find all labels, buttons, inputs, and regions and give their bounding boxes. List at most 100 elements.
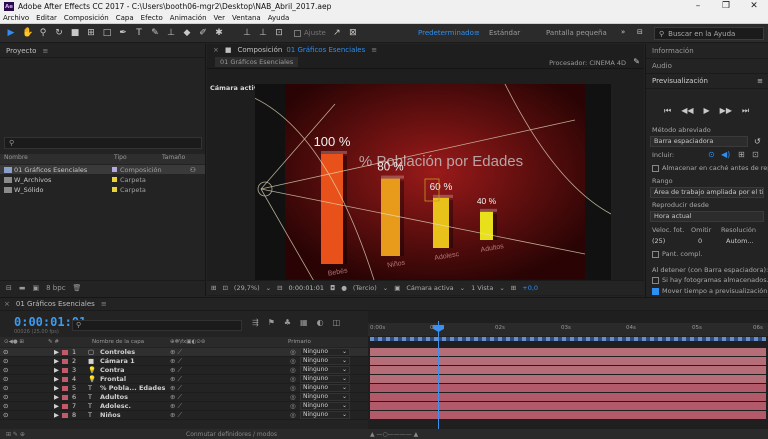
previous-frame-icon[interactable]: ◀◀ [681, 106, 693, 116]
layer-duration-bar[interactable] [370, 402, 766, 410]
last-frame-icon[interactable]: ⏭ [742, 106, 749, 116]
visibility-icon[interactable]: ⊙ [3, 411, 8, 420]
layer-duration-bar[interactable] [370, 348, 766, 356]
workspace-pantalla-pequena[interactable]: Pantalla pequeña [546, 29, 607, 37]
av-switches-icon[interactable]: ⊙◀● ⊞ [4, 339, 24, 345]
play-from-dropdown[interactable]: Hora actual [650, 211, 764, 222]
label-color-swatch[interactable] [62, 404, 68, 409]
pen-tool-icon[interactable]: ✒ [118, 28, 128, 38]
draft-3d-icon[interactable]: ⚑ [268, 318, 275, 327]
brush-tool-icon[interactable]: ✎ [150, 28, 160, 38]
axis-local-icon[interactable]: ⊥ [242, 28, 252, 38]
eraser-tool-icon[interactable]: ◆ [182, 28, 192, 38]
preview-panel-tab[interactable]: Previsualización ≡ [646, 74, 768, 89]
bit-depth-label[interactable]: 8 bpc [46, 284, 65, 292]
menu-ayuda[interactable]: Ayuda [268, 14, 290, 22]
parent-dropdown[interactable]: Ninguno ⌄ [300, 402, 350, 410]
layer-switches-icon[interactable]: ⊕ ⟋ [170, 348, 182, 357]
fps-dropdown[interactable]: (25) [652, 237, 665, 245]
snapshot-icon[interactable]: ◘ [330, 284, 335, 292]
info-panel-tab[interactable]: Información [646, 44, 768, 59]
col-type[interactable]: Tipo [110, 154, 158, 164]
flowchart-icon[interactable]: ⚇ [190, 166, 196, 174]
visibility-icon[interactable]: ⊙ [3, 375, 8, 384]
layer-duration-bar[interactable] [370, 357, 766, 365]
camera-tool-icon[interactable]: ■ [70, 28, 80, 38]
work-area-bar[interactable] [370, 337, 766, 341]
playhead-line[interactable] [438, 321, 439, 431]
parent-dropdown[interactable]: Ninguno ⌄ [300, 384, 350, 392]
label-column-icon[interactable]: ✎ # [48, 339, 59, 345]
chevron-down-icon[interactable]: ⌄ [383, 284, 388, 292]
layer-duration-bar[interactable] [370, 393, 766, 401]
panel-menu-icon[interactable]: ≡ [42, 47, 48, 55]
visibility-icon[interactable]: ⊙ [3, 366, 8, 375]
workspace-menu-icon[interactable]: ≡ [474, 29, 480, 37]
toggle-icon[interactable]: ⊞ [511, 284, 516, 292]
interpret-footage-icon[interactable]: ⊟ [6, 284, 12, 292]
preview-icon[interactable]: ⊡ [222, 284, 227, 292]
pick-whip-icon[interactable]: ◎ [290, 375, 296, 384]
pick-whip-icon[interactable]: ◎ [290, 357, 296, 366]
include-overlays-icon[interactable]: ⊞ [738, 150, 745, 159]
pick-whip-icon[interactable]: ◎ [290, 402, 296, 411]
project-panel-title[interactable]: Proyecto [6, 47, 36, 55]
menu-animacion[interactable]: Animación [170, 14, 207, 22]
menu-ver[interactable]: Ver [214, 14, 225, 22]
switches-column-icon[interactable]: ⊕✻\fx▣◐⊙⊚ [170, 339, 205, 345]
snap-checkbox[interactable]: Ajuste [294, 29, 326, 37]
layer-row[interactable]: ⊙ ▶ 8 T Niños ⊕ ⟋ ◎ Ninguno ⌄ [0, 411, 368, 420]
cache-checkbox[interactable]: Almacenar en caché antes de reproducir [652, 164, 768, 172]
label-color-swatch[interactable] [62, 368, 68, 373]
parent-dropdown[interactable]: Ninguno ⌄ [300, 357, 350, 365]
layer-switches-icon[interactable]: ⊕ ⟋ [170, 357, 182, 366]
skip-dropdown[interactable]: 0 [698, 237, 702, 245]
range-dropdown[interactable]: Área de trabajo ampliada por el tiempo a… [650, 187, 764, 198]
chevron-down-icon[interactable]: ⌄ [499, 284, 504, 292]
expand-arrow-icon[interactable]: ▶ [54, 384, 59, 393]
layer-name[interactable]: Controles [100, 348, 135, 357]
label-color-swatch[interactable] [62, 377, 68, 382]
expand-arrow-icon[interactable]: ▶ [54, 402, 59, 411]
layer-name[interactable]: Niños [100, 411, 121, 420]
fast-preview-icon[interactable]: ⊞ [211, 284, 216, 292]
composition-viewer[interactable]: % Población por Edades 100 % Bebés 80 % Niño… [255, 84, 611, 283]
pick-whip-icon[interactable]: ◎ [290, 393, 296, 402]
layer-switches-icon[interactable]: ⊕ ⟋ [170, 375, 182, 384]
visibility-icon[interactable]: ⊙ [3, 393, 8, 402]
timecode-display[interactable]: 0:00:01:01 [289, 284, 325, 292]
layer-switches-icon[interactable]: ⊕ ⟋ [170, 402, 182, 411]
pick-whip-icon[interactable]: ◎ [290, 411, 296, 420]
workspace-predeterminado[interactable]: Predeterminado [418, 29, 474, 37]
panel-menu-icon[interactable]: ≡ [371, 46, 377, 54]
layer-name[interactable]: Frontal [100, 375, 126, 384]
snap-option-2-icon[interactable]: ⊠ [348, 28, 358, 38]
parent-dropdown[interactable]: Ninguno ⌄ [300, 411, 350, 419]
layer-row[interactable]: ⊙ ▶ 2 ■ Cámara 1 ⊕ ⟋ ◎ Ninguno ⌄ [0, 357, 368, 366]
layer-search-input[interactable]: ⚲ [72, 320, 242, 331]
puppet-tool-icon[interactable]: ✱ [214, 28, 224, 38]
layer-row[interactable]: ⊙ ▶ 5 T % Pobla... Edades ⊕ ⟋ ◎ Ninguno ⌄ [0, 384, 368, 393]
layer-duration-bar[interactable] [370, 384, 766, 392]
layer-name[interactable]: Adultos [100, 393, 128, 402]
text-tool-icon[interactable]: T [134, 28, 144, 38]
reset-icon[interactable]: ↺ [754, 137, 761, 146]
first-frame-icon[interactable]: ⏮ [664, 106, 671, 116]
help-search-field[interactable]: ⚲ Buscar en la Ayuda [654, 27, 764, 40]
parent-dropdown[interactable]: Ninguno ⌄ [300, 375, 350, 383]
label-color-swatch[interactable] [62, 350, 68, 355]
next-frame-icon[interactable]: ▶▶ [720, 106, 732, 116]
close-panel-icon[interactable]: × [213, 46, 219, 54]
layer-row[interactable]: ⊙ ▶ 4 💡 Frontal ⊕ ⟋ ◎ Ninguno ⌄ [0, 375, 368, 384]
timeline-tab[interactable]: 01 Gráficos Esenciales [16, 300, 95, 308]
expand-arrow-icon[interactable]: ▶ [54, 411, 59, 420]
panel-menu-icon[interactable]: ≡ [757, 77, 763, 85]
parent-dropdown[interactable]: Ninguno ⌄ [300, 348, 350, 356]
zoom-dropdown[interactable]: (29,7%) [234, 284, 260, 292]
expand-arrow-icon[interactable]: ▶ [54, 393, 59, 402]
layer-row[interactable]: ⊙ ▶ 6 T Adultos ⊕ ⟋ ◎ Ninguno ⌄ [0, 393, 368, 402]
more-workspaces-icon[interactable]: » [621, 28, 625, 36]
renderer-settings-icon[interactable]: ✎ [633, 57, 640, 66]
label-color-swatch[interactable] [62, 395, 68, 400]
layer-name[interactable]: % Pobla... Edades [100, 384, 165, 393]
